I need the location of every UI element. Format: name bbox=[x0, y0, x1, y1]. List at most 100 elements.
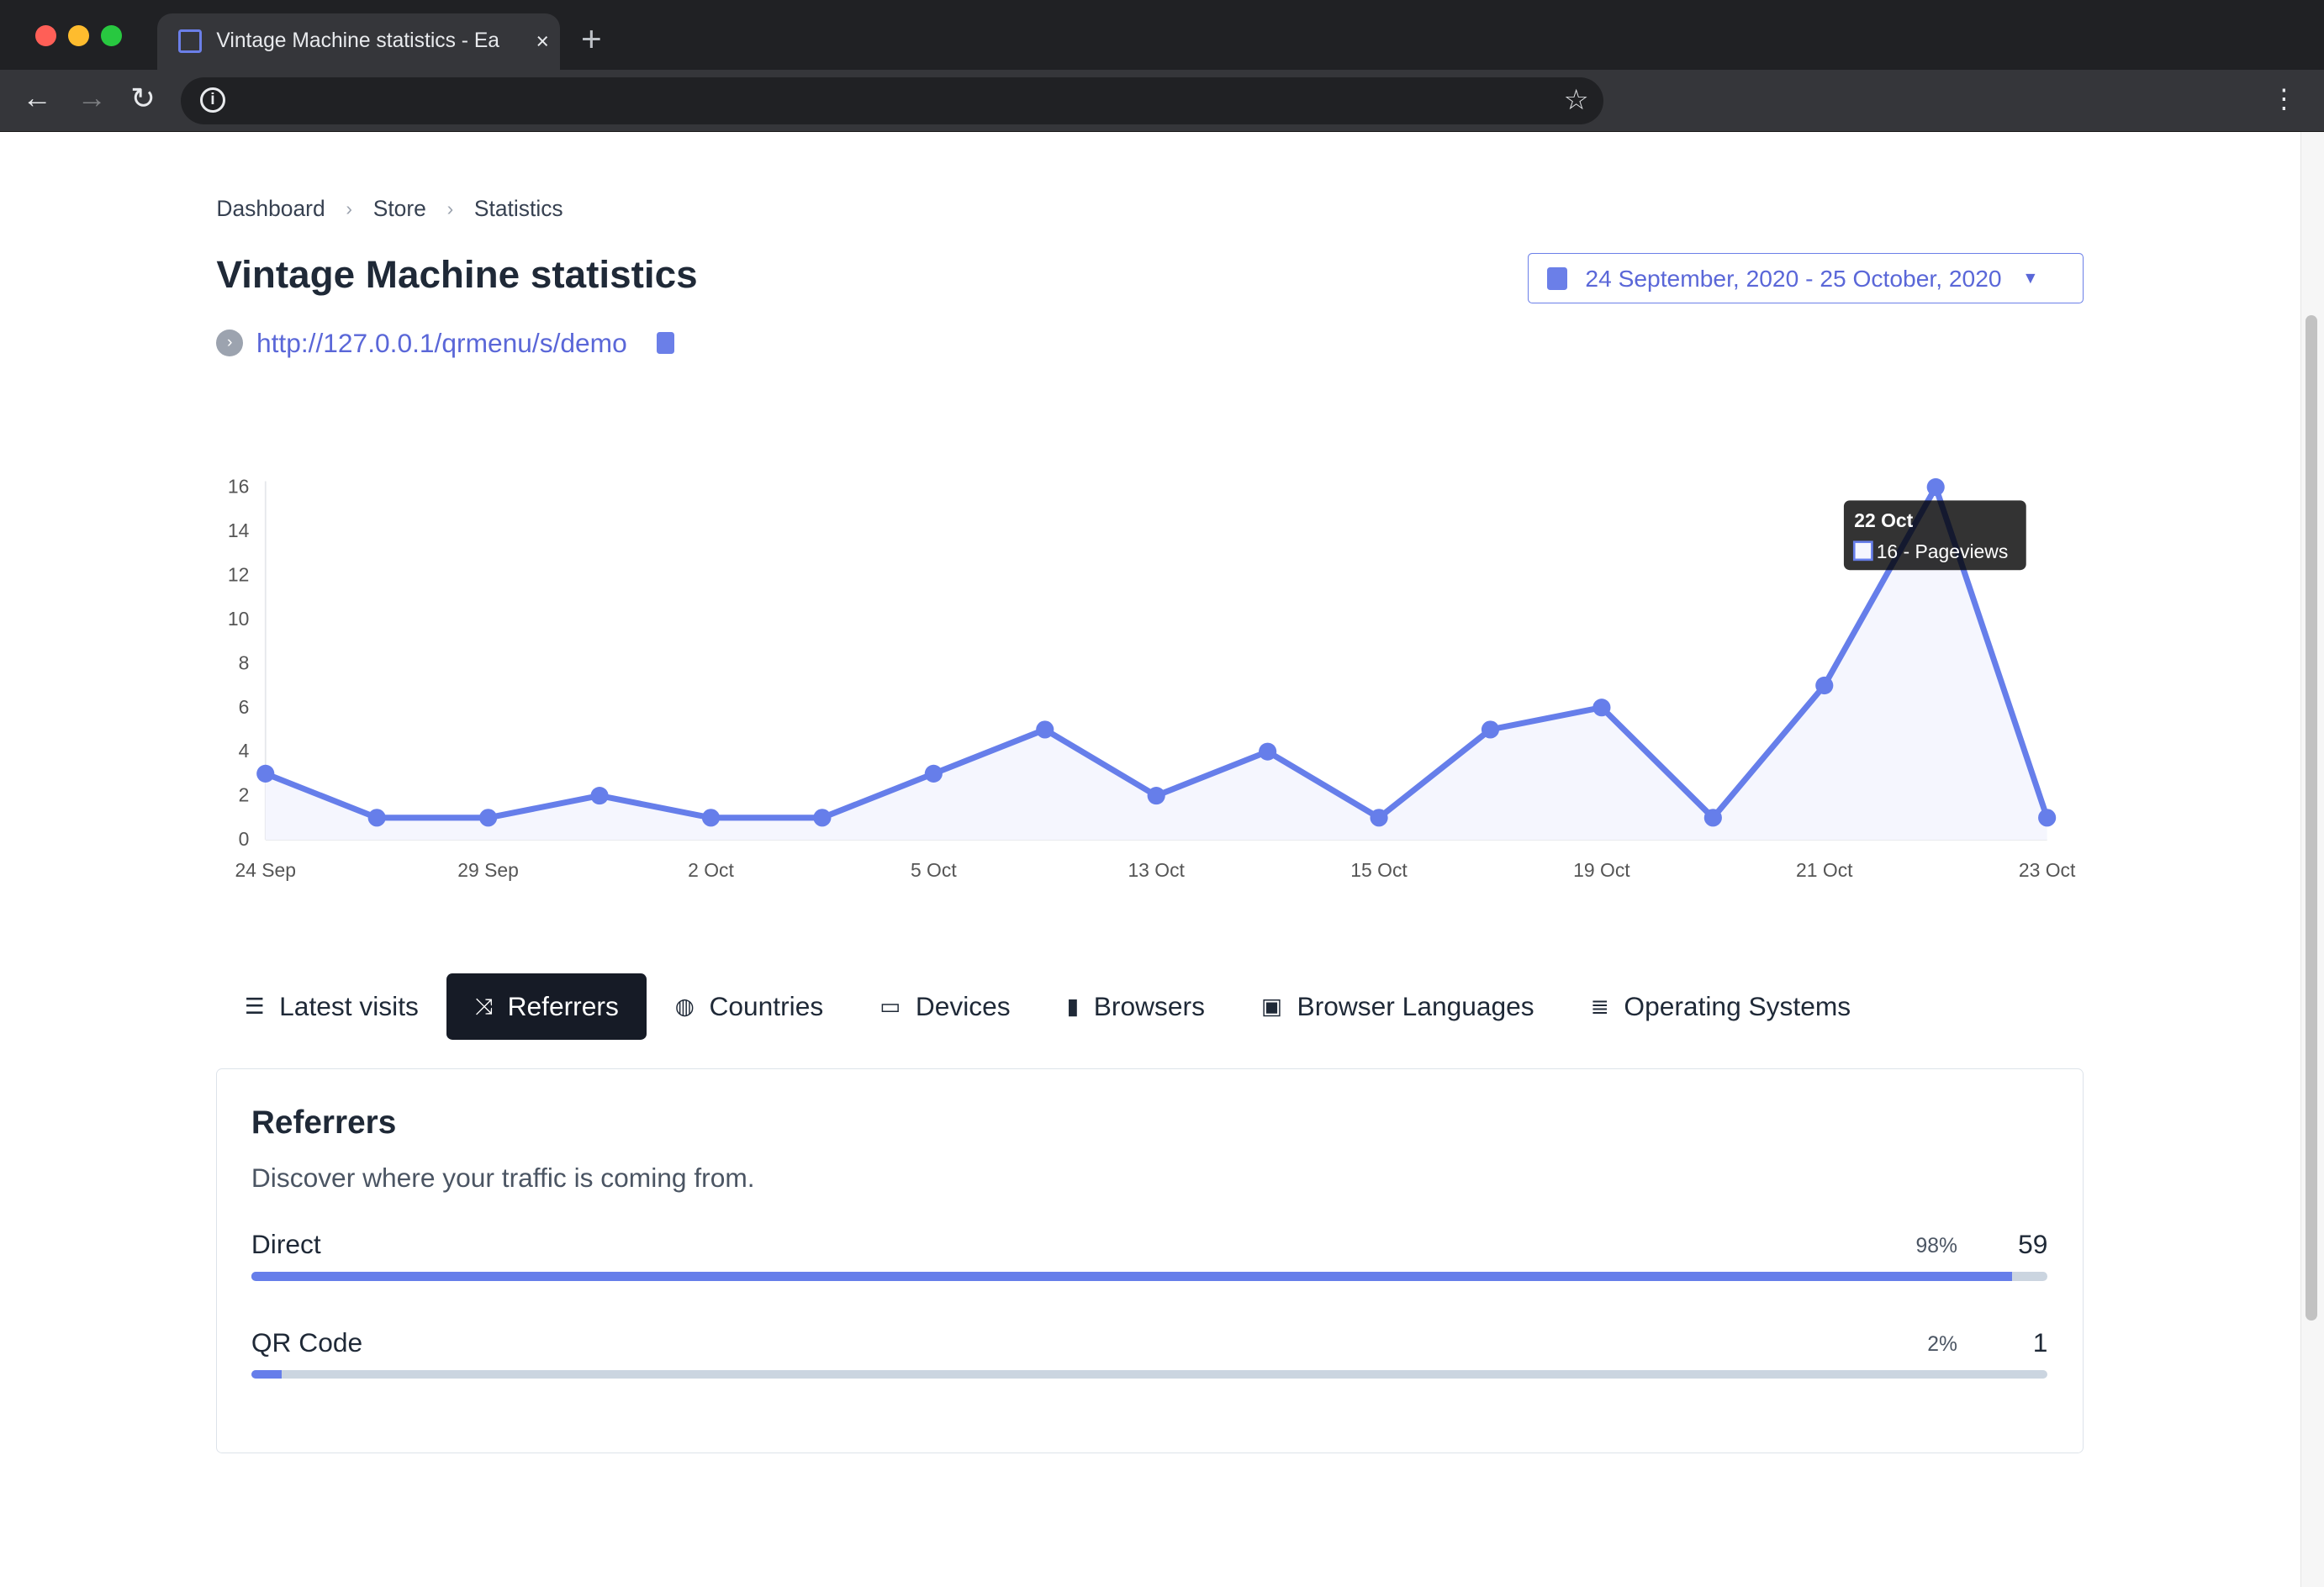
scrollbar-thumb[interactable] bbox=[2306, 315, 2318, 1321]
tooltip-swatch bbox=[1852, 540, 1873, 562]
laptop-icon: ▭ bbox=[879, 994, 901, 1020]
referrer-progress-bar bbox=[251, 1369, 2048, 1379]
maximize-window-button[interactable] bbox=[100, 24, 122, 46]
tooltip-title: 22 Oct bbox=[1854, 510, 1913, 532]
referrer-row: QR Code 2% 1 bbox=[251, 1326, 2049, 1379]
data-point bbox=[1814, 677, 1834, 695]
tab-label: Countries bbox=[709, 991, 824, 1022]
tab-referrers[interactable]: ⤨ Referrers bbox=[446, 973, 647, 1041]
y-tick-label: 8 bbox=[238, 652, 249, 674]
tab-label: Devices bbox=[915, 991, 1011, 1022]
chevron-right-icon: › bbox=[446, 197, 454, 219]
info-icon[interactable]: i bbox=[199, 87, 225, 113]
list-icon: ☰ bbox=[244, 994, 265, 1020]
tab-close-icon[interactable]: × bbox=[525, 29, 560, 55]
shuffle-icon: ⤨ bbox=[474, 993, 493, 1019]
data-point bbox=[1035, 720, 1054, 739]
x-tick-label: 29 Sep bbox=[457, 860, 519, 882]
data-point bbox=[367, 809, 386, 827]
data-point bbox=[1703, 809, 1722, 827]
calendar-icon bbox=[1546, 267, 1568, 290]
store-url-link[interactable]: http://127.0.0.1/qrmenu/s/demo bbox=[256, 328, 627, 359]
back-arrow-icon[interactable]: ← bbox=[22, 82, 51, 115]
x-tick-label: 5 Oct bbox=[911, 860, 957, 882]
referrer-percent: 98% bbox=[1915, 1235, 1957, 1258]
tab-devices[interactable]: ▭ Devices bbox=[852, 973, 1038, 1040]
window-icon: ▮ bbox=[1066, 994, 1080, 1020]
x-tick-label: 23 Oct bbox=[2019, 860, 2076, 882]
address-bar[interactable]: i ☆ bbox=[181, 76, 1604, 125]
caret-down-icon: ▼ bbox=[2022, 268, 2039, 287]
tab-label: Browsers bbox=[1093, 991, 1205, 1022]
tab-latest-visits[interactable]: ☰ Latest visits bbox=[216, 973, 446, 1040]
chevron-right-icon: › bbox=[346, 197, 353, 219]
minimize-window-button[interactable] bbox=[68, 24, 89, 46]
y-tick-label: 14 bbox=[228, 519, 250, 541]
data-point bbox=[1258, 743, 1276, 762]
data-point bbox=[2037, 809, 2056, 827]
tab-browsers[interactable]: ▮ Browsers bbox=[1038, 973, 1233, 1040]
y-tick-label: 4 bbox=[238, 741, 249, 762]
breadcrumb-statistics: Statistics bbox=[473, 195, 563, 221]
data-point bbox=[1481, 720, 1499, 739]
breadcrumb-store[interactable]: Store bbox=[373, 196, 426, 222]
data-point bbox=[1370, 809, 1388, 827]
tab-browser-languages[interactable]: ▣ Browser Languages bbox=[1233, 973, 1562, 1040]
globe-icon: ◍ bbox=[674, 994, 695, 1020]
stats-tabs: ☰ Latest visits ⤨ Referrers ◍ Countries ▭ Devic… bbox=[216, 973, 1878, 1041]
tab-operating-systems[interactable]: ≣ Operating Systems bbox=[1562, 973, 1878, 1040]
referrer-progress-fill bbox=[251, 1369, 283, 1379]
tab-countries[interactable]: ◍ Countries bbox=[647, 973, 851, 1040]
breadcrumb-dashboard[interactable]: Dashboard bbox=[216, 196, 325, 222]
referrer-row: Direct 98% 59 bbox=[251, 1229, 2049, 1282]
x-tick-label: 15 Oct bbox=[1350, 860, 1408, 882]
close-window-button[interactable] bbox=[35, 24, 56, 46]
x-tick-label: 21 Oct bbox=[1796, 860, 1853, 882]
forward-arrow-icon[interactable]: → bbox=[77, 82, 107, 115]
bookmark-star-icon[interactable]: ☆ bbox=[1564, 83, 1589, 117]
tab-label: Browser Languages bbox=[1297, 991, 1534, 1022]
breadcrumb: Dashboard › Store › Statistics bbox=[216, 196, 563, 222]
reload-icon[interactable]: ↻ bbox=[130, 82, 156, 116]
data-point bbox=[1147, 787, 1165, 805]
data-point bbox=[1926, 478, 1945, 497]
page-title: Vintage Machine statistics bbox=[216, 253, 698, 297]
x-tick-label: 13 Oct bbox=[1128, 860, 1185, 882]
scrollbar[interactable] bbox=[2300, 131, 2324, 1587]
tab-title: Vintage Machine statistics - Ea bbox=[216, 29, 500, 53]
data-point bbox=[256, 765, 275, 783]
language-icon: ▣ bbox=[1260, 994, 1282, 1020]
tab-label: Operating Systems bbox=[1624, 991, 1851, 1022]
kebab-menu-icon[interactable]: ⋮ bbox=[2271, 83, 2298, 114]
data-point bbox=[590, 787, 609, 805]
browser-tab-bar: Vintage Machine statistics - Ea × + bbox=[0, 0, 2324, 70]
tab-label: Referrers bbox=[507, 991, 619, 1022]
x-tick-label: 19 Oct bbox=[1573, 860, 1630, 882]
y-tick-label: 10 bbox=[228, 608, 249, 630]
referrer-label: Direct bbox=[251, 1229, 321, 1260]
copy-icon[interactable] bbox=[657, 331, 675, 355]
referrers-card: Referrers Discover where your traffic is… bbox=[216, 1068, 2084, 1454]
chevron-circle-icon: › bbox=[216, 330, 244, 356]
y-tick-label: 0 bbox=[238, 829, 249, 851]
x-tick-label: 2 Oct bbox=[688, 860, 734, 882]
data-point bbox=[1592, 699, 1611, 717]
card-description: Discover where your traffic is coming fr… bbox=[251, 1163, 755, 1194]
y-tick-label: 12 bbox=[228, 564, 249, 586]
new-tab-button[interactable]: + bbox=[581, 19, 602, 60]
x-tick-label: 24 Sep bbox=[235, 860, 296, 882]
qr-code-icon bbox=[177, 29, 202, 54]
data-point bbox=[478, 809, 497, 827]
y-tick-label: 2 bbox=[238, 784, 249, 806]
referrer-percent: 2% bbox=[1927, 1332, 1957, 1356]
referrer-count: 1 bbox=[2032, 1326, 2048, 1358]
data-point bbox=[813, 809, 832, 827]
browser-toolbar: ← → ↻ i ☆ ⋮ bbox=[0, 69, 2324, 132]
store-link-row: › http://127.0.0.1/qrmenu/s/demo bbox=[216, 328, 675, 359]
browser-tab[interactable]: Vintage Machine statistics - Ea × bbox=[156, 13, 561, 70]
date-range-picker[interactable]: 24 September, 2020 - 25 October, 2020 ▼ bbox=[1528, 253, 2084, 304]
data-point bbox=[924, 765, 943, 783]
y-tick-label: 16 bbox=[228, 476, 249, 498]
referrer-count: 59 bbox=[2018, 1229, 2048, 1260]
tab-label: Latest visits bbox=[279, 991, 419, 1022]
